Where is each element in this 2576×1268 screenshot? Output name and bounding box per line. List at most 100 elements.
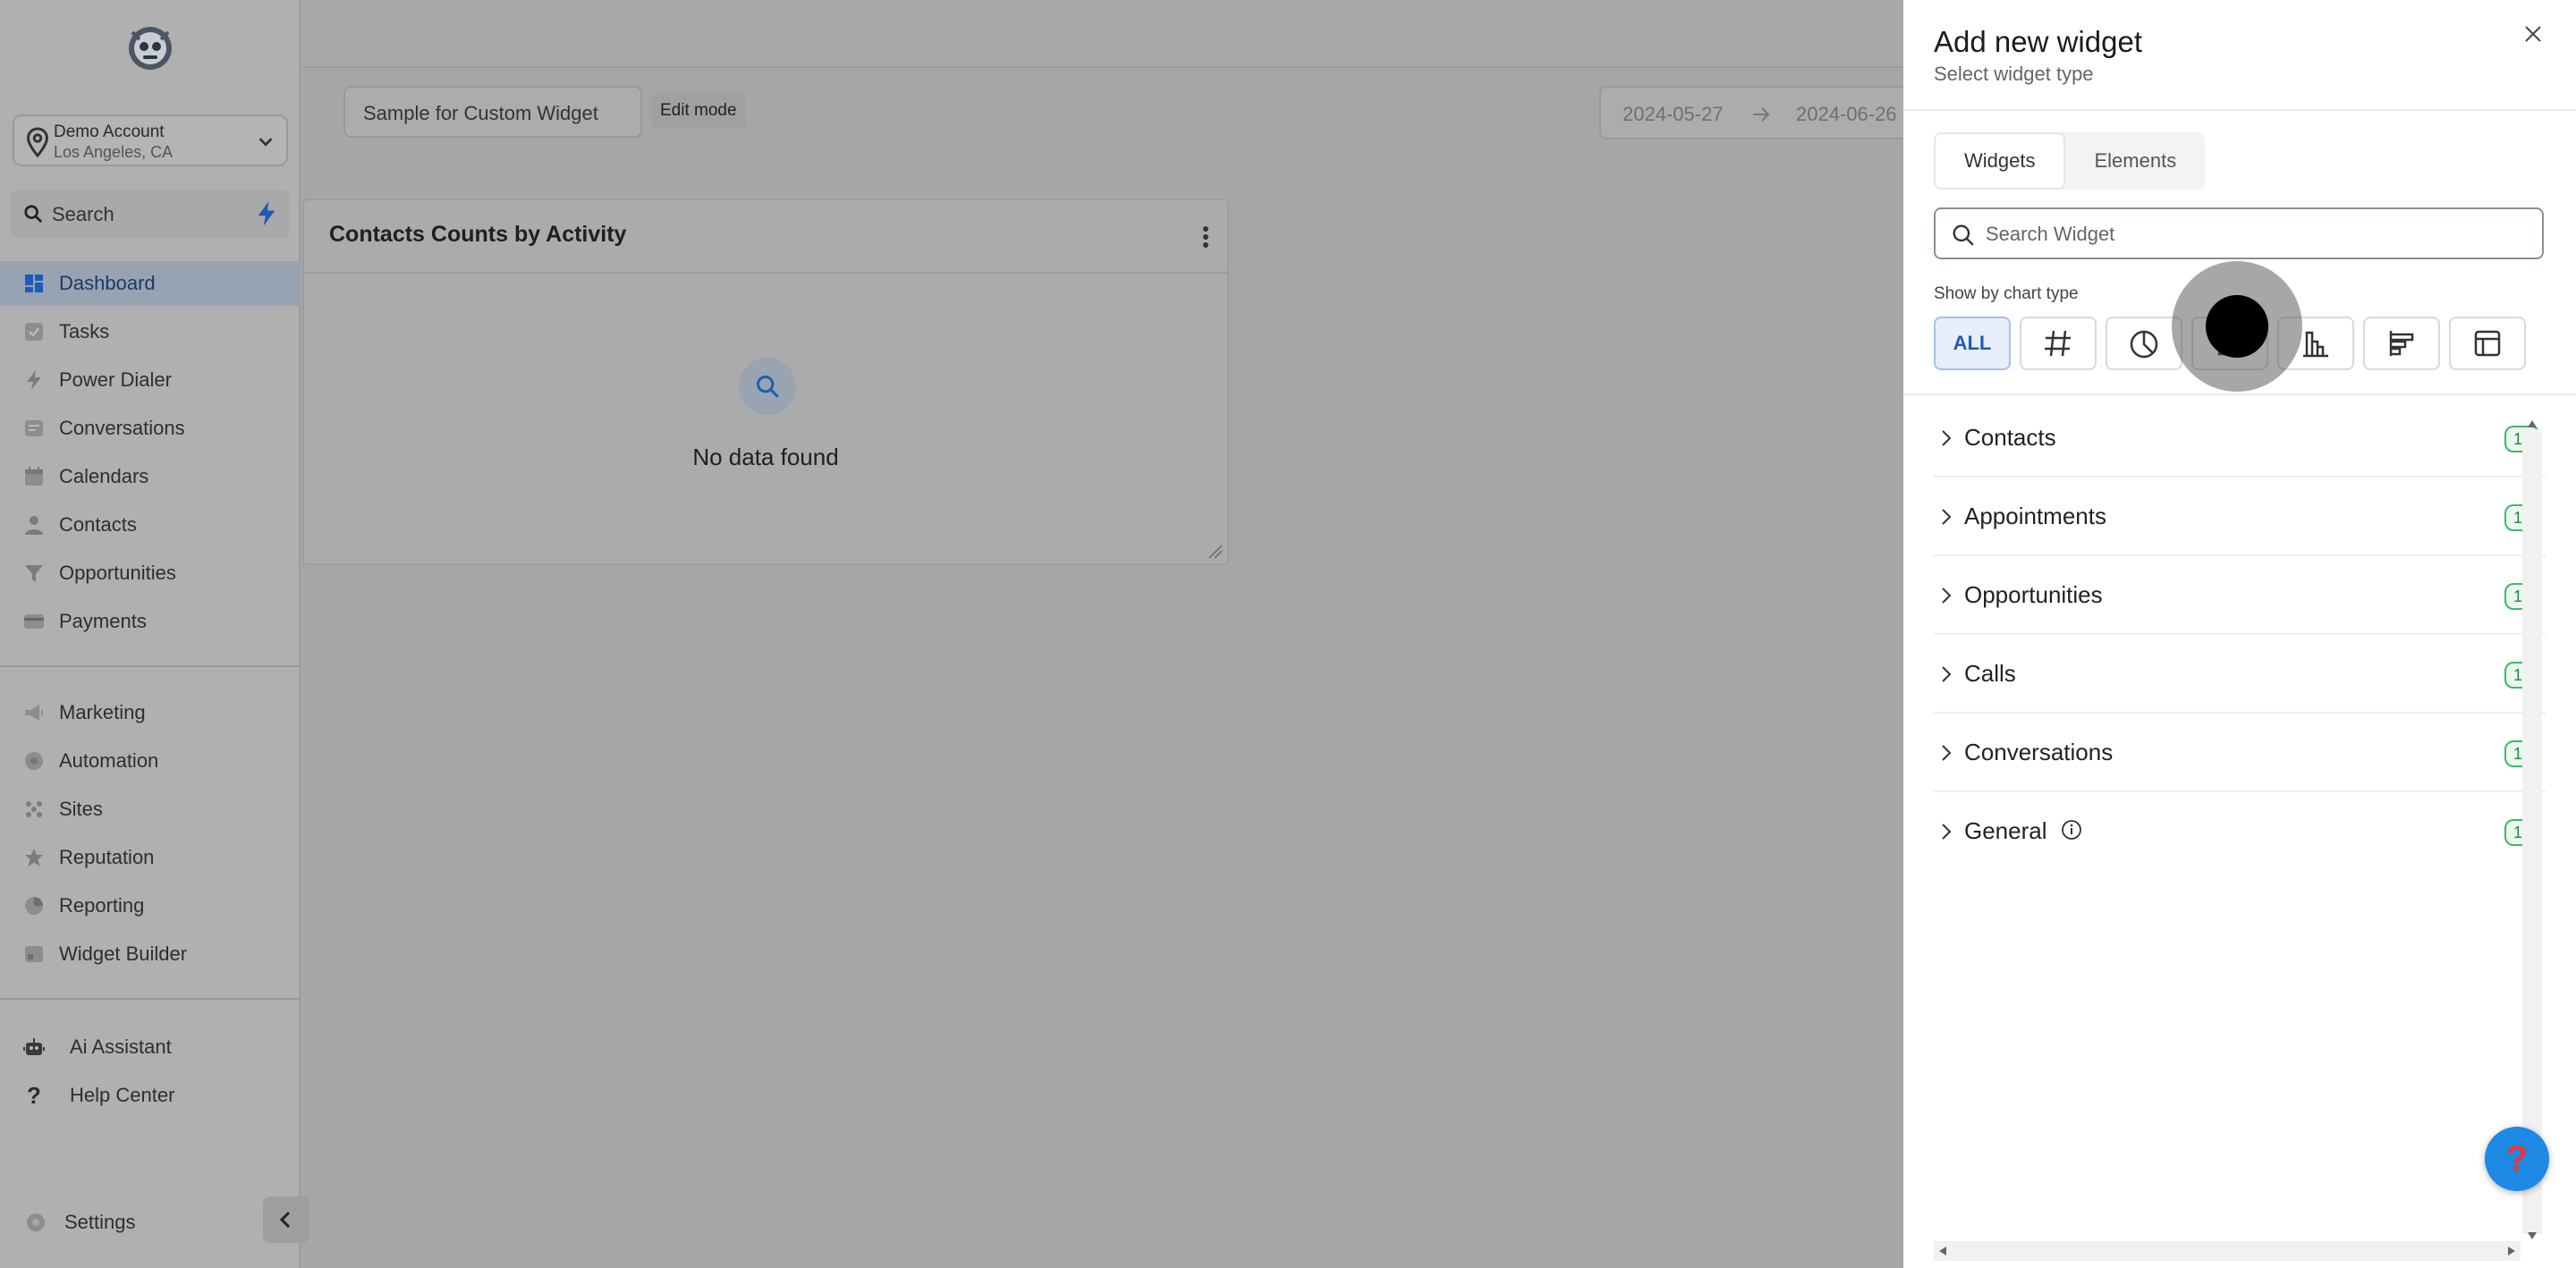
category-contacts[interactable]: Contacts 17 (1934, 399, 2546, 478)
chart-type-table-button[interactable] (2449, 317, 2526, 370)
drawer-title: Add new widget (1934, 25, 2142, 58)
sidebar-item-calendars[interactable]: Calendars (0, 454, 301, 499)
widget-tabs: Widgets Elements (1934, 132, 2206, 190)
bar-chart-icon (2389, 331, 2414, 356)
location-pin-icon (26, 127, 49, 158)
collapse-sidebar-button[interactable] (263, 1196, 309, 1243)
sidebar-item-conversations[interactable]: Conversations (0, 406, 301, 451)
sidebar-divider (0, 665, 301, 667)
robot-icon (23, 1038, 45, 1055)
date-to: 2024-06-26 (1796, 103, 1897, 125)
scroll-down-icon[interactable] (2528, 1232, 2537, 1239)
question-icon: ? (27, 1082, 41, 1109)
sites-icon (26, 801, 42, 817)
power-dialer-icon (27, 370, 41, 390)
chevron-down-icon (258, 138, 273, 147)
widget-search-input[interactable] (1986, 218, 2522, 250)
scrollbar-track[interactable] (2522, 429, 2542, 1234)
opportunities-icon (25, 565, 43, 582)
scroll-left-icon[interactable] (1939, 1247, 1946, 1255)
account-name: Demo Account (54, 123, 165, 141)
widget-title: Contacts Counts by Activity (329, 222, 627, 247)
chevron-right-icon (1942, 745, 1952, 761)
info-icon[interactable] (2061, 819, 2082, 841)
sidebar-item-reputation[interactable]: Reputation (0, 835, 301, 880)
close-icon[interactable] (2522, 23, 2544, 45)
chevron-right-icon (1942, 824, 1952, 840)
chevron-right-icon (1942, 430, 1952, 446)
sidebar-item-opportunities[interactable]: Opportunities (0, 551, 301, 596)
resize-handle-icon[interactable] (1208, 544, 1224, 560)
sidebar-item-automation[interactable]: Automation (0, 739, 301, 783)
sidebar-item-marketing[interactable]: Marketing (0, 690, 301, 735)
lightning-icon[interactable] (254, 200, 279, 227)
sidebar-item-sites[interactable]: Sites (0, 787, 301, 832)
sidebar-item-label: Reporting (59, 894, 145, 917)
gear-icon (27, 1213, 45, 1231)
sidebar-divider (0, 998, 301, 1000)
reporting-icon (25, 897, 43, 915)
chevron-right-icon (1942, 509, 1952, 525)
widget-search[interactable] (1934, 207, 2544, 259)
account-location: Los Angeles, CA (54, 143, 174, 161)
category-general[interactable]: General 13 (1934, 792, 2546, 871)
category-opportunities[interactable]: Opportunities 17 (1934, 556, 2546, 635)
sidebar-item-label: Dashboard (59, 272, 156, 294)
date-range-picker[interactable]: 2024-05-27 2024-06-26 (1599, 86, 1903, 139)
sidebar-item-label: Settings (64, 1211, 136, 1233)
sidebar-item-reporting[interactable]: Reporting (0, 883, 301, 928)
conversations-icon (25, 420, 43, 436)
sidebar-item-label: Tasks (59, 320, 110, 342)
sidebar-item-settings[interactable]: Settings (0, 1200, 301, 1245)
dashboard-selector[interactable]: Sample for Custom Widget (343, 86, 642, 138)
category-label: Contacts (1964, 424, 2056, 451)
sidebar-item-label: Opportunities (59, 562, 176, 584)
sidebar-item-ai-assistant[interactable]: Ai Assistant (0, 1025, 301, 1069)
account-switcher[interactable]: Demo Account Los Angeles, CA (13, 114, 288, 166)
tasks-icon (25, 323, 43, 341)
sidebar-search[interactable]: Search (11, 190, 290, 238)
cursor-dot (2206, 295, 2268, 358)
sidebar-item-payments[interactable]: Payments (0, 599, 301, 644)
sidebar-item-label: Payments (59, 610, 147, 632)
help-button[interactable]: ? (2485, 1127, 2549, 1191)
drawer-divider (1903, 393, 2576, 395)
scroll-right-icon[interactable] (2508, 1247, 2515, 1255)
tab-elements[interactable]: Elements (2065, 132, 2205, 190)
chart-type-number-button[interactable] (2020, 317, 2097, 370)
vertical-scrollbar[interactable] (2522, 420, 2542, 1243)
sidebar-item-label: Power Dialer (59, 368, 172, 391)
category-appointments[interactable]: Appointments 15 (1934, 478, 2546, 556)
category-calls[interactable]: Calls 13 (1934, 635, 2546, 714)
more-options-icon[interactable] (1202, 225, 1209, 249)
dashboard-icon (25, 275, 43, 292)
search-icon (1953, 224, 1974, 246)
chart-type-all-button[interactable]: ALL (1934, 317, 2011, 370)
sidebar-item-dashboard[interactable]: Dashboard (0, 261, 301, 306)
sidebar-item-help-center[interactable]: ? Help Center (0, 1073, 301, 1118)
chevron-right-icon (1942, 588, 1952, 604)
sidebar-item-label: Help Center (70, 1084, 175, 1106)
category-conversations[interactable]: Conversations 12 (1934, 714, 2546, 792)
reputation-icon (25, 849, 43, 866)
sidebar-item-label: Ai Assistant (70, 1036, 172, 1058)
logo-icon[interactable] (123, 20, 177, 73)
horizontal-scrollbar[interactable] (1934, 1241, 2521, 1261)
chart-type-label: Show by chart type (1934, 284, 2079, 303)
scroll-up-icon[interactable] (2528, 420, 2537, 427)
sidebar-item-widget-builder[interactable]: Widget Builder (0, 932, 301, 976)
sidebar-item-contacts[interactable]: Contacts (0, 503, 301, 547)
sidebar: Demo Account Los Angeles, CA Search Dash… (0, 0, 301, 1268)
chart-type-bar-button[interactable] (2363, 317, 2440, 370)
edit-mode-badge[interactable]: Edit mode (651, 93, 746, 129)
automation-icon (25, 752, 43, 770)
column-chart-icon (2303, 331, 2328, 358)
widget-card[interactable]: Contacts Counts by Activity No data foun… (302, 199, 1229, 565)
chevron-left-icon (279, 1211, 291, 1229)
sidebar-item-tasks[interactable]: Tasks (0, 309, 301, 354)
tab-widgets[interactable]: Widgets (1934, 132, 2066, 190)
question-mark-icon: ? (2505, 1138, 2529, 1179)
empty-state-search-icon (739, 358, 796, 415)
category-label: Conversations (1964, 739, 2114, 765)
sidebar-item-power-dialer[interactable]: Power Dialer (0, 358, 301, 402)
